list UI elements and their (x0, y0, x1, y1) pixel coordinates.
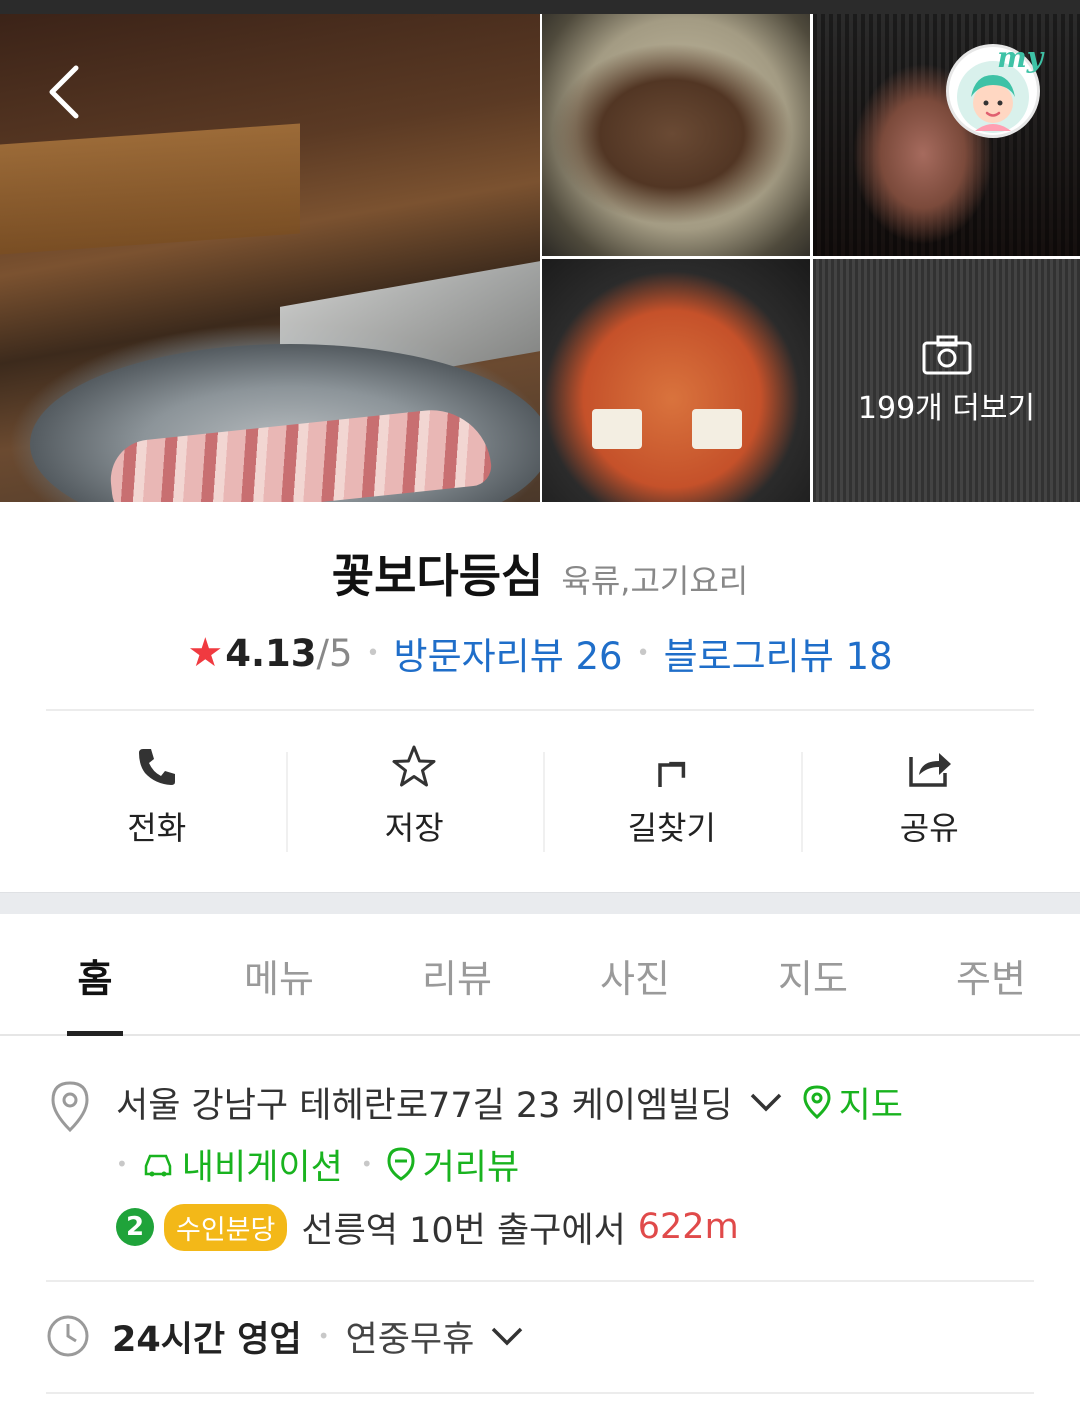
save-label: 저장 (384, 809, 444, 847)
directions-button[interactable]: 길찾기 (543, 736, 801, 856)
separator-dot: • (366, 640, 380, 666)
photo-detail (692, 409, 742, 449)
back-button[interactable] (40, 62, 90, 122)
star-icon: ★ (187, 630, 224, 676)
streetview-icon (387, 1147, 415, 1181)
share-label: 공유 (899, 809, 959, 847)
address-text: 서울 강남구 테헤란로77길 23 케이엠빌딩 (116, 1085, 733, 1126)
photo-detail (592, 409, 642, 449)
directions-icon (658, 761, 685, 787)
subway-line-pill: 수인분당 (164, 1203, 288, 1251)
blog-reviews-link[interactable]: 블로그리뷰 18 (664, 626, 893, 680)
call-button[interactable]: 전화 (28, 736, 286, 856)
info-section: 서울 강남구 테헤란로77길 23 케이엠빌딩 지도 • 내비게이션 • 거리뷰… (46, 1070, 1034, 1260)
divider (46, 709, 1034, 711)
streetview-link[interactable]: 거리뷰 (387, 1139, 520, 1190)
pin-icon (803, 1085, 831, 1119)
photo-thumbnail[interactable] (542, 14, 810, 256)
clock-icon (47, 1315, 89, 1357)
tab-review[interactable]: 리뷰 (368, 916, 546, 1034)
section-separator (0, 892, 1080, 914)
visitor-reviews-link[interactable]: 방문자리뷰 26 (394, 626, 623, 680)
more-photos-label: 199개 더보기 (857, 390, 1036, 426)
tab-menu[interactable]: 메뉴 (190, 916, 368, 1034)
rating-score: 4.13 (225, 632, 317, 675)
directions-label: 길찾기 (627, 809, 716, 847)
save-button[interactable]: 저장 (285, 736, 544, 856)
streetview-link-label: 거리뷰 (422, 1147, 520, 1188)
call-label: 전화 (127, 809, 187, 847)
place-name: 꽃보다등심 (331, 549, 544, 603)
chevron-down-icon[interactable] (490, 1326, 524, 1346)
camera-icon (922, 335, 971, 374)
share-button[interactable]: 공유 (800, 736, 1059, 856)
separator-dot: • (636, 640, 650, 666)
separator-dot: • (317, 1324, 330, 1348)
tab-map[interactable]: 지도 (724, 916, 902, 1034)
rating-max: /5 (316, 632, 353, 675)
tab-photo[interactable]: 사진 (546, 916, 724, 1034)
photo-detail (0, 123, 300, 255)
place-category: 육류,고기요리 (561, 562, 749, 600)
map-link-label: 지도 (838, 1085, 903, 1126)
hours-text: 24시간 영업 (112, 1319, 302, 1360)
navigation-link-label: 내비게이션 (181, 1147, 343, 1188)
tab-home[interactable]: 홈 (0, 916, 190, 1034)
action-bar: 전화 저장 길찾기 공유 (28, 736, 1058, 856)
my-profile-button[interactable]: my (946, 41, 1043, 138)
status-bar (0, 0, 1080, 14)
photo-gallery: my 199개 더보기 (0, 14, 1080, 502)
avatar-text: my (997, 41, 1043, 74)
tab-nearby[interactable]: 주변 (902, 916, 1080, 1034)
subway-direction: 선릉역 10번 출구에서 (301, 1210, 626, 1251)
car-icon (144, 1154, 172, 1177)
subway-distance: 622m (637, 1207, 739, 1247)
divider (46, 1392, 1034, 1394)
photo-thumbnail[interactable] (542, 259, 810, 502)
chevron-left-icon (49, 65, 79, 119)
location-pin-icon (51, 1081, 89, 1133)
chevron-down-icon[interactable] (749, 1092, 783, 1112)
more-photos-button[interactable]: 199개 더보기 (813, 259, 1080, 502)
star-outline-icon (392, 745, 436, 787)
hours-row[interactable]: 24시간 영업 • 연중무휴 (46, 1300, 1034, 1372)
separator-dot: • (116, 1152, 128, 1176)
share-icon (909, 753, 952, 787)
phone-icon (138, 749, 175, 785)
hours-extra: 연중무휴 (345, 1319, 475, 1360)
place-header: 꽃보다등심 육류,고기요리 ★4.13/5 • 방문자리뷰 26 • 블로그리뷰… (0, 540, 1080, 680)
rating: ★4.13/5 (187, 630, 352, 676)
separator-dot: • (360, 1152, 373, 1176)
map-link[interactable]: 지도 (803, 1077, 903, 1128)
subway-line-badge: 2 (116, 1208, 154, 1246)
tab-bar: 홈 메뉴 리뷰 사진 지도 주변 (0, 916, 1080, 1036)
navigation-link[interactable]: 내비게이션 (142, 1139, 343, 1190)
divider (46, 1280, 1034, 1282)
